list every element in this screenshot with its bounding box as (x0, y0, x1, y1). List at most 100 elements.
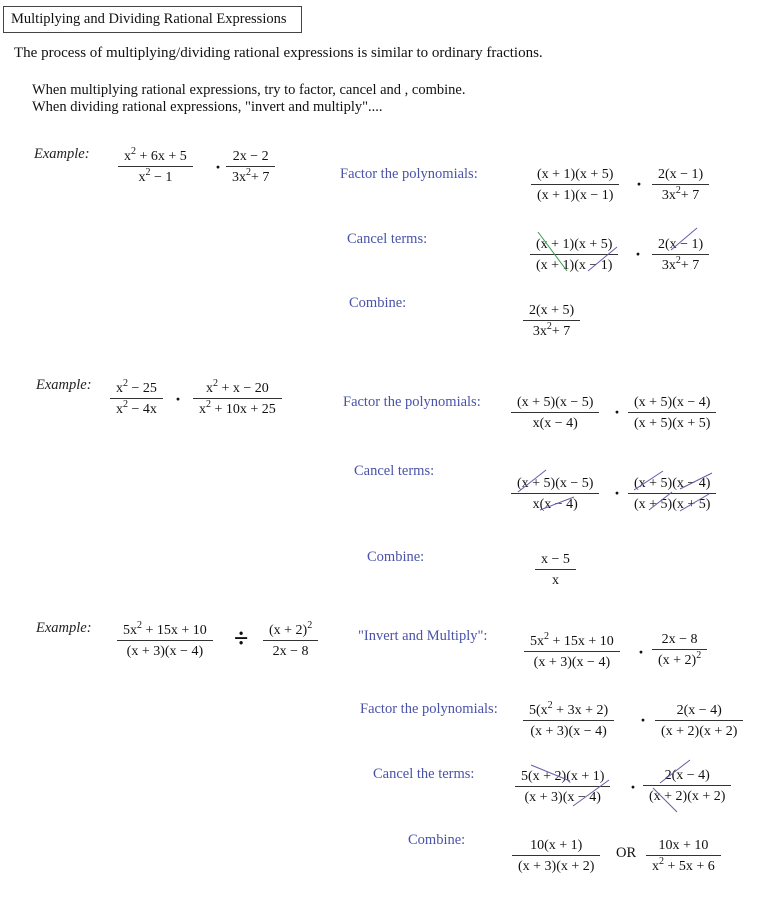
ex1-problem-right-fraction: 2x − 2 3x2+ 7 (226, 148, 276, 186)
numerator: 5(x2 + 3x + 2) (523, 700, 615, 721)
exponent: 2 (307, 620, 313, 631)
ex2-factor-left-fraction: (x + 5)(x − 5) x(x − 4) (511, 394, 600, 432)
numerator: 5(x + 2)(x + 1) (515, 768, 611, 787)
ex3-invert-left-fraction: 5x2 + 15x + 10 (x + 3)(x − 4) (524, 631, 620, 671)
denominator: 3x2+ 7 (661, 255, 700, 274)
ex2-step-cancel-label: Cancel terms: (354, 463, 435, 479)
denominator: (x + 3)(x + 2) (518, 859, 595, 874)
denominator: x2 − 1 (138, 167, 173, 186)
denominator: (x + 1)(x − 1) (536, 258, 613, 273)
numerator: 2(x + 5) (523, 302, 581, 321)
multiply-dot: · (215, 157, 222, 177)
ex3-cancel-left-fraction: 5(x + 2)(x + 1) (x + 3)(x − 4) (515, 768, 611, 806)
exponent: 2 (206, 399, 211, 410)
page-title: Multiplying and Dividing Rational Expres… (3, 6, 302, 33)
denominator: 3x2+ 7 (661, 185, 700, 204)
numerator: 2(x − 4) (655, 702, 744, 721)
rule-divide: When dividing rational expressions, "inv… (32, 99, 383, 115)
ex3-combine-alt-result-fraction: 10x + 10 x2 + 5x + 6 (646, 837, 721, 875)
exponent: 2 (696, 650, 702, 661)
ex2-combine-result-fraction: x − 5 x (535, 551, 576, 589)
numerator: 10x + 10 (646, 837, 721, 856)
multiply-dot: · (630, 777, 637, 797)
ex3-step-factor-label: Factor the polynomials: (360, 701, 498, 717)
exponent: 2 (546, 321, 552, 332)
example-3-label: Example: (36, 620, 92, 636)
exponent: 2 (544, 631, 549, 642)
ex1-step-factor-label: Factor the polynomials: (340, 166, 478, 182)
exponent: 2 (675, 185, 681, 196)
exponent: 2 (123, 399, 128, 410)
denominator: (x + 2)2 (658, 650, 702, 669)
denominator: 3x2+ 7 (532, 321, 571, 340)
numerator: 2(x − 1) (652, 166, 710, 185)
exponent: 2 (137, 620, 142, 631)
denominator: (x + 3)(x − 4) (533, 655, 611, 670)
numerator: (x + 1)(x + 5) (530, 236, 619, 255)
intro-text: The process of multiplying/dividing rati… (14, 45, 543, 61)
ex1-problem-left-fraction: x2 + 6x + 5 x2 − 1 (118, 146, 193, 186)
numerator: x2 − 25 (110, 378, 163, 399)
denominator: (x + 2)(x + 2) (649, 789, 726, 804)
exponent: 2 (659, 856, 664, 867)
numerator: (x + 5)(x − 4) (628, 394, 717, 413)
ex2-cancel-right-fraction: (x + 5)(x − 4) (x + 5)(x + 5) (628, 475, 717, 513)
denominator: (x + 2)(x + 2) (661, 724, 738, 739)
ex2-problem-right-fraction: x2 + x − 20 x2 + 10x + 25 (193, 378, 282, 418)
numerator: x2 + 6x + 5 (118, 146, 193, 167)
denominator: 3x2+ 7 (232, 167, 270, 186)
exponent: 2 (246, 167, 251, 178)
numerator: 2x − 8 (652, 631, 708, 650)
numerator: (x + 5)(x − 5) (511, 394, 600, 413)
multiply-dot: · (638, 642, 645, 662)
multiply-dot: · (635, 244, 642, 264)
ex2-step-combine-label: Combine: (367, 549, 425, 565)
denominator: x2 + 10x + 25 (199, 399, 276, 418)
ex3-step-cancel-label: Cancel the terms: (373, 766, 475, 782)
denominator: (x + 1)(x − 1) (537, 188, 614, 203)
ex3-cancel-right-fraction: 2(x − 4) (x + 2)(x + 2) (643, 767, 732, 805)
denominator: (x + 5)(x + 5) (634, 416, 711, 431)
numerator: (x + 2)2 (263, 620, 319, 641)
exponent: 2 (547, 700, 553, 711)
denominator: (x + 3)(x − 4) (524, 790, 601, 805)
ex1-factor-right-fraction: 2(x − 1) 3x2+ 7 (652, 166, 710, 204)
denominator: (x + 3)(x − 4) (530, 724, 607, 739)
denominator: x2 + 5x + 6 (652, 856, 715, 875)
ex1-step-cancel-label: Cancel terms: (347, 231, 428, 247)
ex2-factor-right-fraction: (x + 5)(x − 4) (x + 5)(x + 5) (628, 394, 717, 432)
denominator: (x + 5)(x + 5) (634, 497, 711, 512)
numerator: 2(x − 1) (652, 236, 710, 255)
or-label: OR (616, 845, 637, 861)
exponent: 2 (131, 146, 136, 157)
ex2-cancel-left-fraction: (x + 5)(x − 5) x(x − 4) (511, 475, 600, 513)
ex3-problem-left-fraction: 5x2 + 15x + 10 (x + 3)(x − 4) (117, 620, 213, 660)
denominator: x (551, 573, 559, 588)
rule-multiply: When multiplying rational expressions, t… (32, 82, 466, 98)
multiply-dot: · (614, 483, 621, 503)
exponent: 2 (213, 378, 218, 389)
denominator: x(x − 4) (532, 497, 578, 512)
numerator: 5x2 + 15x + 10 (117, 620, 213, 641)
denominator: 2x − 8 (272, 644, 309, 659)
numerator: (x + 5)(x − 5) (511, 475, 600, 494)
ex2-problem-left-fraction: x2 − 25 x2 − 4x (110, 378, 163, 418)
example-1-label: Example: (34, 146, 90, 162)
ex1-cancel-right-fraction: 2(x − 1) 3x2+ 7 (652, 236, 710, 274)
numerator: x − 5 (535, 551, 576, 570)
ex3-invert-right-fraction: 2x − 8 (x + 2)2 (652, 631, 708, 669)
multiply-dot: · (640, 710, 647, 730)
exponent: 2 (145, 167, 151, 178)
numerator: 5x2 + 15x + 10 (524, 631, 620, 652)
ex3-step-invert-label: "Invert and Multiply": (358, 628, 488, 644)
ex1-step-combine-label: Combine: (349, 295, 407, 311)
numerator: 2x − 2 (226, 148, 276, 167)
ex1-factor-left-fraction: (x + 1)(x + 5) (x + 1)(x − 1) (531, 166, 620, 204)
ex3-factor-right-fraction: 2(x − 4) (x + 2)(x + 2) (655, 702, 744, 740)
ex1-cancel-left-fraction: (x + 1)(x + 5) (x + 1)(x − 1) (530, 236, 619, 274)
example-2-label: Example: (36, 377, 92, 393)
denominator: x(x − 4) (532, 416, 578, 431)
exponent: 2 (123, 378, 128, 389)
numerator: (x + 5)(x − 4) (628, 475, 717, 494)
multiply-dot: · (614, 402, 621, 422)
